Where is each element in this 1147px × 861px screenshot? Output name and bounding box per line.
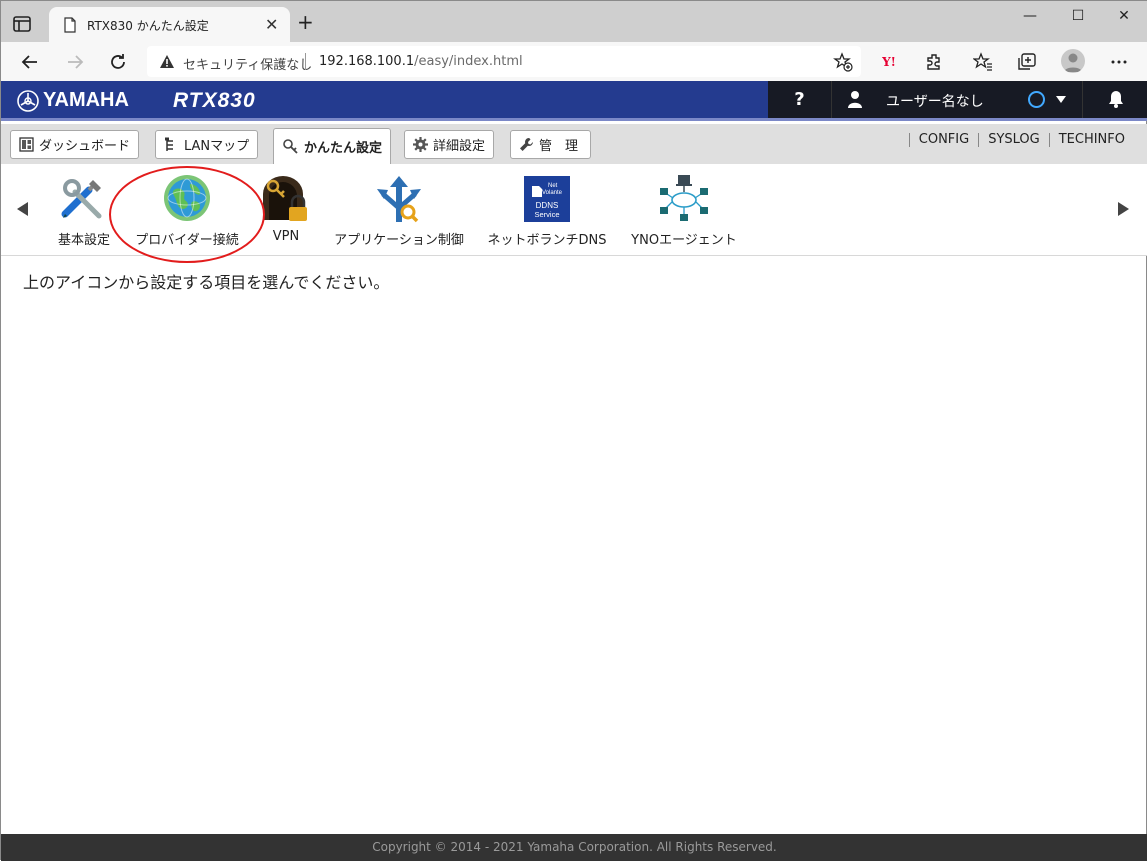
browser-tab[interactable]: RTX830 かんたん設定 ✕ bbox=[49, 7, 290, 42]
tab-easy-setup-label: かんたん設定 bbox=[304, 141, 383, 156]
favorites-icon[interactable] bbox=[971, 50, 995, 74]
collections-icon[interactable] bbox=[1015, 50, 1039, 74]
main-menu: ダッシュボード LANマップ かんたん設定 詳細設定 管 理 CONFIG SY… bbox=[1, 124, 1147, 164]
vpn-lock-icon bbox=[261, 174, 311, 224]
browser-toolbar: セキュリティ保護なし 192.168.100.1/easy/index.html… bbox=[1, 42, 1147, 81]
new-tab-icon[interactable]: + bbox=[297, 12, 314, 32]
tab-advanced-settings-label: 詳細設定 bbox=[433, 139, 486, 154]
add-favorite-icon[interactable] bbox=[833, 52, 853, 76]
url-path: /easy/index.html bbox=[414, 54, 523, 69]
gear-icon bbox=[413, 137, 428, 152]
security-label: セキュリティ保護なし bbox=[183, 58, 313, 73]
extensions-icon[interactable] bbox=[923, 50, 947, 74]
back-icon[interactable] bbox=[18, 50, 42, 74]
tab-lan-map-label: LANマップ bbox=[184, 139, 250, 154]
syslog-link[interactable]: SYSLOG bbox=[978, 133, 1049, 147]
tuning-fork-logo-icon bbox=[17, 89, 39, 112]
techinfo-link[interactable]: TECHINFO bbox=[1048, 133, 1134, 147]
profile-avatar[interactable] bbox=[1061, 49, 1085, 73]
user-icon bbox=[848, 90, 862, 112]
yahoo-badge: Y! bbox=[882, 55, 896, 69]
top-links: CONFIG SYSLOG TECHINFO bbox=[908, 133, 1134, 147]
tab-management-label: 管 理 bbox=[539, 139, 579, 154]
more-menu-icon[interactable] bbox=[1107, 50, 1131, 74]
easy-setup-icon bbox=[283, 139, 298, 154]
address-bar[interactable]: セキュリティ保護なし 192.168.100.1/easy/index.html bbox=[147, 46, 861, 77]
ddns-badge-line4: Service bbox=[534, 210, 559, 219]
yahoo-extension-icon[interactable]: Y! bbox=[877, 50, 901, 74]
wrench-icon bbox=[520, 138, 533, 151]
tab-easy-setup[interactable]: かんたん設定 bbox=[273, 128, 392, 164]
minimize-icon[interactable]: — bbox=[1015, 5, 1045, 27]
footer-copyright: Copyright © 2014 - 2021 Yamaha Corporati… bbox=[1, 834, 1147, 861]
tools-icon bbox=[59, 174, 109, 224]
user-menu-caret-icon[interactable] bbox=[1056, 96, 1066, 103]
browser-tab-bar: RTX830 かんたん設定 ✕ + — ☐ ✕ bbox=[1, 1, 1147, 42]
status-indicator-icon[interactable] bbox=[1028, 91, 1045, 108]
refresh-icon[interactable] bbox=[106, 50, 130, 74]
highlight-annotation bbox=[109, 166, 265, 263]
header-user-panel: ? ユーザー名なし bbox=[768, 81, 1147, 118]
ddns-badge-line2: Volante bbox=[542, 190, 563, 196]
bell-icon bbox=[1108, 90, 1124, 112]
help-button[interactable]: ? bbox=[768, 81, 832, 118]
page-icon bbox=[63, 17, 77, 37]
tab-dashboard[interactable]: ダッシュボード bbox=[10, 130, 140, 159]
vpn-label: VPN bbox=[272, 229, 300, 244]
application-control-label: アプリケーション制御 bbox=[334, 233, 464, 248]
url-text: 192.168.100.1/easy/index.html bbox=[319, 54, 523, 69]
yamaha-logo: YAMAHA bbox=[17, 89, 129, 112]
tab-management[interactable]: 管 理 bbox=[510, 130, 591, 159]
url-host: 192.168.100.1 bbox=[319, 54, 415, 69]
ddns-badge-line3: DDNS bbox=[536, 201, 559, 210]
forward-icon[interactable] bbox=[63, 50, 87, 74]
ddns-badge-line1: Net bbox=[548, 183, 558, 189]
user-name[interactable]: ユーザー名なし bbox=[886, 91, 984, 111]
netvolante-dns-label: ネットボランチDNS bbox=[487, 233, 607, 248]
dashboard-icon bbox=[19, 137, 34, 152]
config-link[interactable]: CONFIG bbox=[908, 133, 978, 147]
basic-settings-label: 基本設定 bbox=[57, 233, 110, 248]
notification-button[interactable] bbox=[1082, 81, 1147, 118]
lan-map-icon bbox=[165, 137, 173, 151]
tab-lan-map[interactable]: LANマップ bbox=[155, 130, 259, 159]
tab-actions-icon[interactable] bbox=[11, 13, 33, 35]
tab-close-icon[interactable]: ✕ bbox=[265, 15, 278, 34]
instruction-message: 上のアイコンから設定する項目を選んでください。 bbox=[23, 273, 390, 292]
tab-dashboard-label: ダッシュボード bbox=[39, 139, 131, 154]
yno-agent-label: YNOエージェント bbox=[631, 233, 737, 248]
app-control-icon bbox=[374, 174, 424, 224]
tab-title: RTX830 かんたん設定 bbox=[87, 19, 209, 33]
brand-name: YAMAHA bbox=[43, 89, 129, 111]
address-divider bbox=[305, 53, 306, 70]
network-icon bbox=[659, 174, 709, 224]
router-header: YAMAHA RTX830 ? ユーザー名なし bbox=[1, 81, 1147, 121]
tab-advanced-settings[interactable]: 詳細設定 bbox=[404, 130, 495, 159]
window-close-icon[interactable]: ✕ bbox=[1109, 5, 1139, 27]
warning-icon[interactable] bbox=[159, 54, 175, 73]
model-name: RTX830 bbox=[173, 89, 256, 112]
browser-window: RTX830 かんたん設定 ✕ + — ☐ ✕ セキュリティ保護なし 192.1… bbox=[0, 0, 1147, 861]
scroll-left-icon[interactable] bbox=[17, 202, 28, 216]
scroll-right-icon[interactable] bbox=[1118, 202, 1129, 216]
maximize-icon[interactable]: ☐ bbox=[1063, 5, 1093, 27]
ddns-icon: Net Volante DDNS Service bbox=[522, 174, 572, 224]
